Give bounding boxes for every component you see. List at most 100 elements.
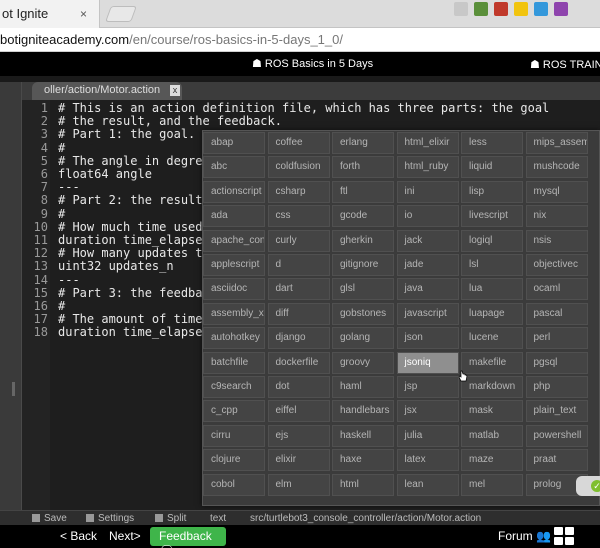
- syntax-mode-option[interactable]: mysql: [525, 180, 588, 203]
- syntax-mode-option[interactable]: makefile: [461, 351, 523, 374]
- code-line[interactable]: #: [58, 207, 65, 221]
- syntax-mode-option[interactable]: nix: [525, 205, 588, 228]
- syntax-mode-option[interactable]: glsl: [332, 278, 394, 301]
- syntax-mode-option[interactable]: handlebars: [332, 400, 394, 423]
- syntax-mode-option[interactable]: cirru: [203, 424, 265, 447]
- syntax-mode-option[interactable]: maze: [461, 449, 523, 472]
- syntax-mode-option[interactable]: livescript: [461, 205, 523, 228]
- code-line[interactable]: # This is an action definition file, whi…: [58, 101, 549, 115]
- syntax-mode-option[interactable]: logiql: [461, 229, 523, 252]
- syntax-mode-option[interactable]: gitignore: [332, 254, 394, 276]
- new-tab-button[interactable]: [105, 6, 137, 22]
- code-line[interactable]: # Part 3: the feedback: [58, 286, 217, 300]
- syntax-mode-option[interactable]: html_ruby: [396, 156, 459, 179]
- syntax-mode-option[interactable]: lua: [461, 278, 523, 301]
- extension-icon[interactable]: [554, 2, 568, 16]
- code-line[interactable]: # How many updates thr: [58, 246, 217, 260]
- syntax-mode-option[interactable]: curly: [267, 229, 330, 252]
- syntax-mode-option[interactable]: mips_assembler: [525, 132, 588, 154]
- syntax-mode-option[interactable]: pascal: [525, 302, 588, 325]
- syntax-mode-option[interactable]: luapage: [461, 302, 523, 325]
- syntax-mode-option[interactable]: coldfusion: [267, 156, 330, 179]
- close-tab-icon[interactable]: ×: [80, 7, 87, 21]
- back-button[interactable]: < Back: [60, 529, 97, 543]
- syntax-mode-option[interactable]: abc: [203, 156, 265, 179]
- syntax-mode-option[interactable]: c9search: [203, 376, 265, 398]
- resize-handle[interactable]: [12, 382, 15, 396]
- syntax-mode-option[interactable]: batchfile: [203, 351, 265, 374]
- syntax-mode-option[interactable]: diff: [267, 302, 330, 325]
- syntax-mode-option[interactable]: lucene: [461, 327, 523, 350]
- syntax-mode-option[interactable]: eiffel: [267, 400, 330, 423]
- syntax-mode-option[interactable]: gherkin: [332, 229, 394, 252]
- extension-icon[interactable]: [474, 2, 488, 16]
- syntax-mode-option[interactable]: actionscript: [203, 180, 265, 203]
- confirm-mode-button[interactable]: ✓: [576, 476, 600, 496]
- syntax-mode-option[interactable]: json: [396, 327, 459, 350]
- syntax-mode-option[interactable]: nsis: [525, 229, 588, 252]
- syntax-mode-option[interactable]: c_cpp: [203, 400, 265, 423]
- syntax-mode-option[interactable]: php: [525, 376, 588, 398]
- syntax-mode-option[interactable]: cobol: [203, 473, 265, 496]
- syntax-mode-option[interactable]: jsx: [396, 400, 459, 423]
- syntax-mode-option[interactable]: jack: [396, 229, 459, 252]
- syntax-mode-option[interactable]: lisp: [461, 180, 523, 203]
- editor-file-tab[interactable]: oller/action/Motor.action x: [32, 82, 182, 100]
- code-line[interactable]: # How much time used: [58, 220, 203, 234]
- syntax-mode-option[interactable]: groovy: [332, 351, 394, 374]
- syntax-mode-option[interactable]: abap: [203, 132, 265, 154]
- syntax-mode-option[interactable]: matlab: [461, 424, 523, 447]
- syntax-mode-option[interactable]: ada: [203, 205, 265, 228]
- code-line[interactable]: ---: [58, 273, 80, 287]
- syntax-mode-option[interactable]: mask: [461, 400, 523, 423]
- syntax-mode-option[interactable]: erlang: [332, 132, 394, 154]
- syntax-mode-option[interactable]: julia: [396, 424, 459, 447]
- syntax-mode-option[interactable]: java: [396, 278, 459, 301]
- syntax-mode-option[interactable]: jsoniq: [396, 351, 459, 374]
- syntax-mode-option[interactable]: coffee: [267, 132, 330, 154]
- syntax-mode-option[interactable]: liquid: [461, 156, 523, 179]
- syntax-mode-option[interactable]: forth: [332, 156, 394, 179]
- syntax-mode-option[interactable]: assembly_x86: [203, 302, 265, 325]
- syntax-mode-option[interactable]: html_elixir: [396, 132, 459, 154]
- ros-training-link[interactable]: ☗ ROS TRAININ: [530, 58, 600, 71]
- syntax-mode-option[interactable]: ocaml: [525, 278, 588, 301]
- syntax-mode-option[interactable]: objectivec: [525, 254, 588, 276]
- syntax-mode-option[interactable]: elm: [267, 473, 330, 496]
- syntax-mode-option[interactable]: less: [461, 132, 523, 154]
- syntax-mode-option[interactable]: django: [267, 327, 330, 350]
- syntax-mode-option[interactable]: dot: [267, 376, 330, 398]
- syntax-mode-option[interactable]: lsl: [461, 254, 523, 276]
- syntax-mode-option[interactable]: ftl: [332, 180, 394, 203]
- settings-button[interactable]: Settings: [86, 513, 134, 524]
- syntax-mode-option[interactable]: plain_text: [525, 400, 588, 423]
- address-bar[interactable]: botigniteacademy.com/en/course/ros-basic…: [0, 28, 600, 52]
- code-line[interactable]: float64 angle: [58, 167, 152, 181]
- code-line[interactable]: duration time_elapsed: [58, 325, 210, 339]
- syntax-mode-option[interactable]: haxe: [332, 449, 394, 472]
- extension-icon[interactable]: [534, 2, 548, 16]
- syntax-mode-option[interactable]: clojure: [203, 449, 265, 472]
- syntax-mode-option[interactable]: applescript: [203, 254, 265, 276]
- syntax-mode-option[interactable]: lean: [396, 473, 459, 496]
- syntax-mode-option[interactable]: haml: [332, 376, 394, 398]
- syntax-mode-option[interactable]: d: [267, 254, 330, 276]
- code-line[interactable]: # Part 2: the result,: [58, 193, 210, 207]
- syntax-mode-button[interactable]: text: [210, 513, 226, 524]
- syntax-mode-option[interactable]: dockerfile: [267, 351, 330, 374]
- syntax-mode-option[interactable]: jade: [396, 254, 459, 276]
- syntax-mode-option[interactable]: asciidoc: [203, 278, 265, 301]
- code-line[interactable]: #: [58, 141, 65, 155]
- browser-tab[interactable]: ot Ignite ×: [0, 0, 100, 28]
- code-line[interactable]: #: [58, 299, 65, 313]
- syntax-mode-option[interactable]: javascript: [396, 302, 459, 325]
- syntax-mode-option[interactable]: dart: [267, 278, 330, 301]
- syntax-mode-option[interactable]: golang: [332, 327, 394, 350]
- syntax-mode-option[interactable]: elixir: [267, 449, 330, 472]
- syntax-mode-option[interactable]: latex: [396, 449, 459, 472]
- syntax-mode-option[interactable]: ini: [396, 180, 459, 203]
- code-line[interactable]: # The angle in degree: [58, 154, 210, 168]
- code-line[interactable]: ---: [58, 180, 80, 194]
- syntax-mode-option[interactable]: io: [396, 205, 459, 228]
- syntax-mode-option[interactable]: gobstones: [332, 302, 394, 325]
